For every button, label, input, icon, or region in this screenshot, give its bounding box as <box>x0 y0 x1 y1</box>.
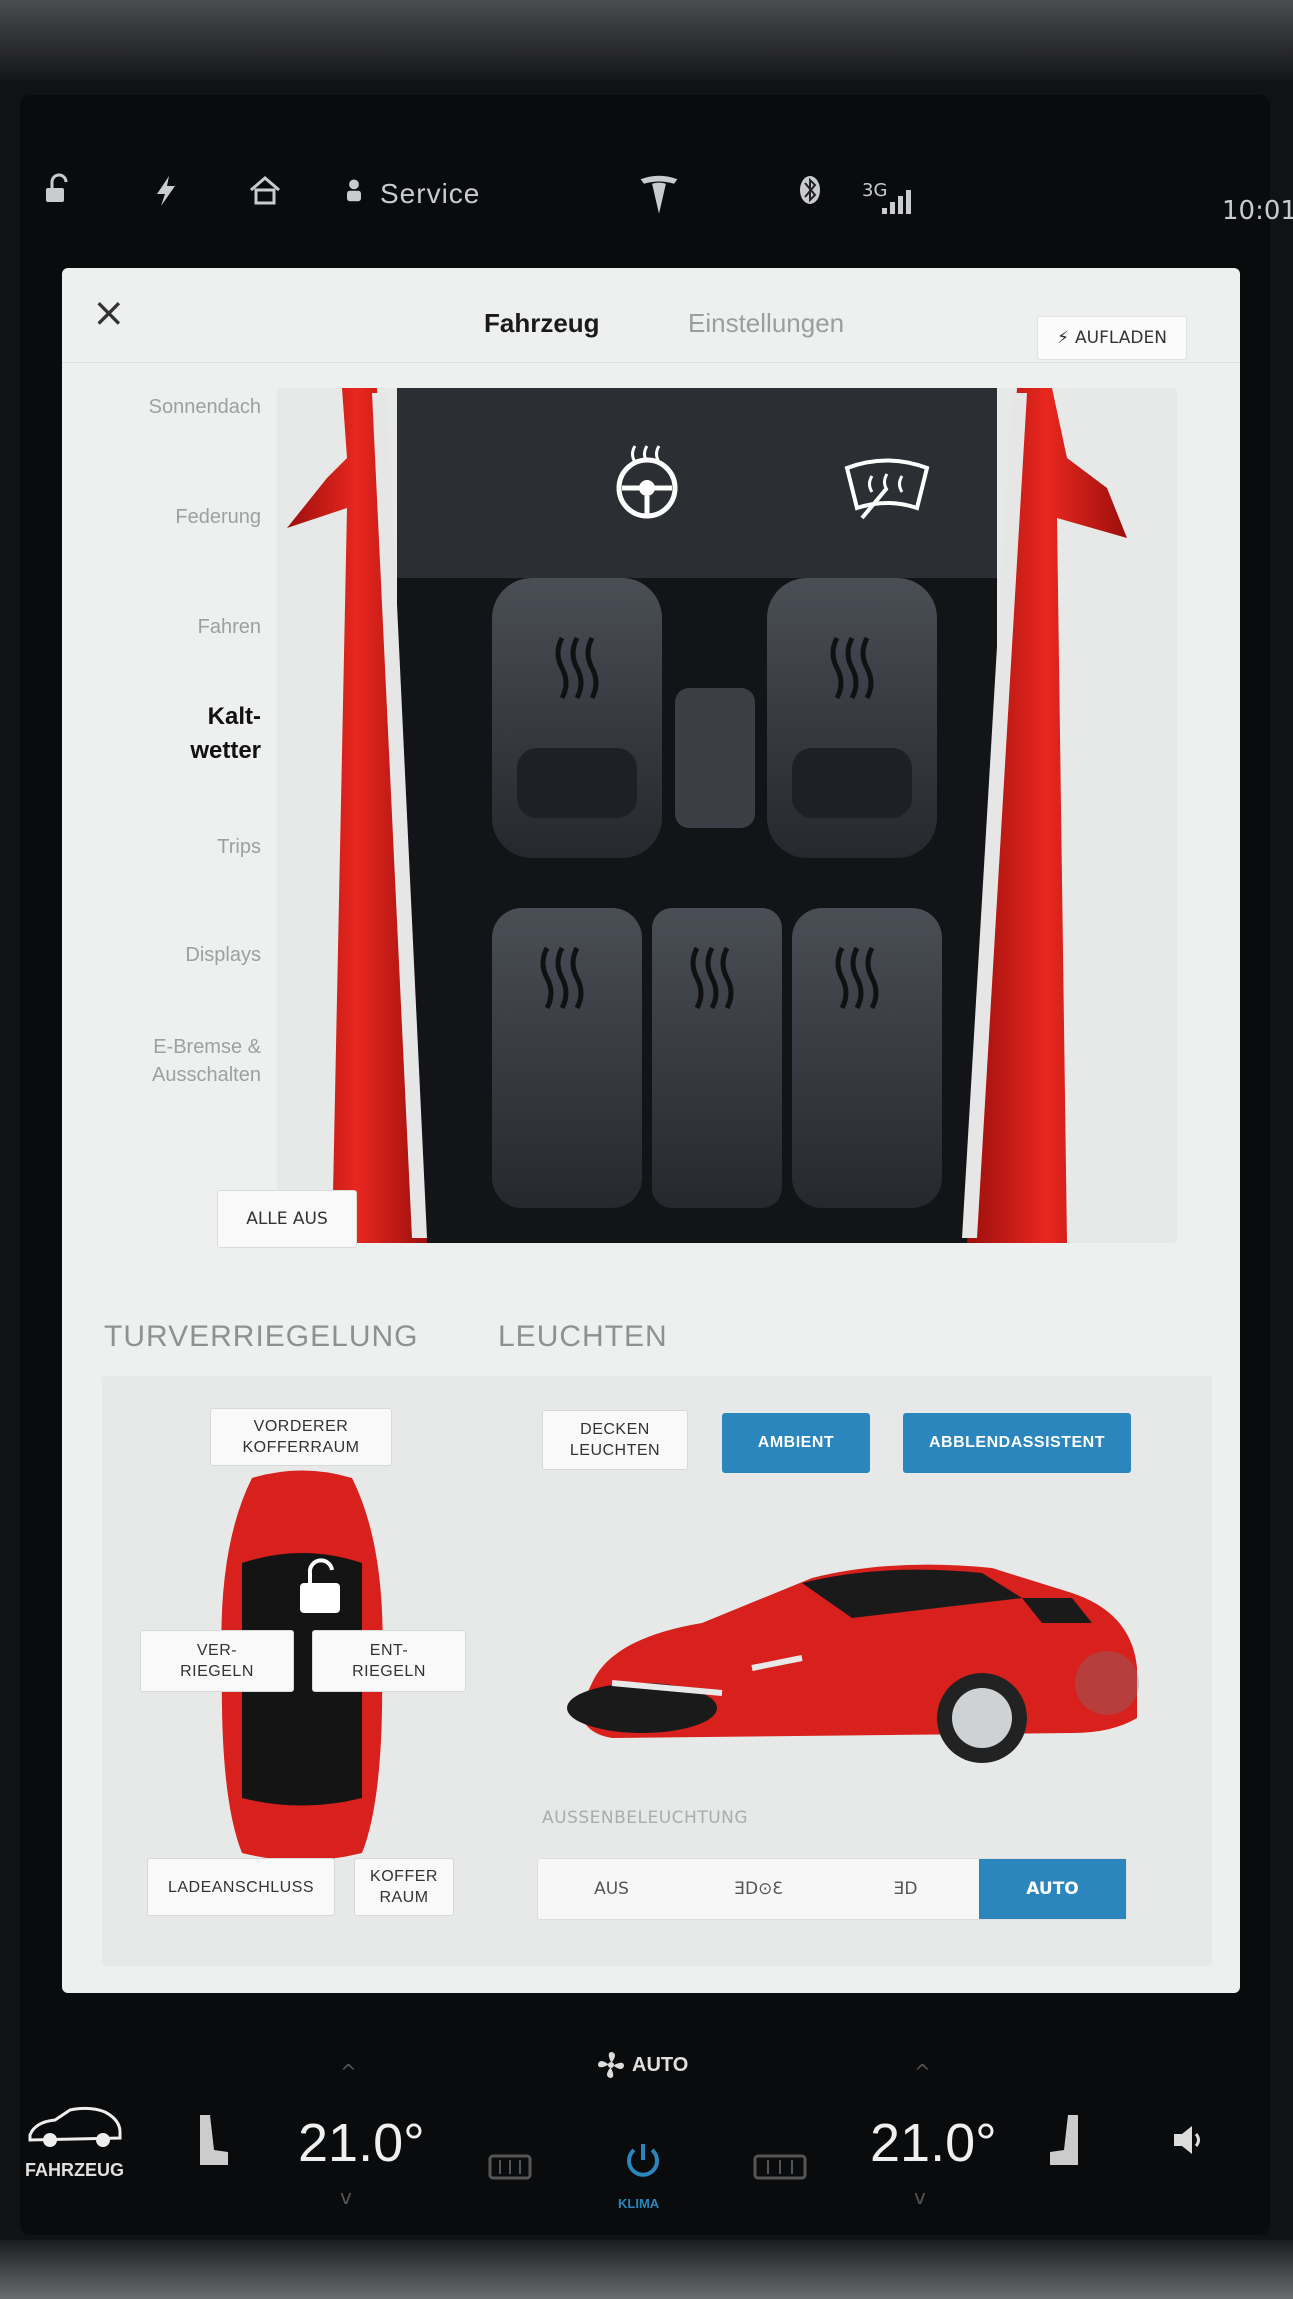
seat-front-right[interactable] <box>767 578 937 858</box>
dome-lights-button[interactable]: DECKEN LEUCHTEN <box>542 1410 688 1470</box>
sidebar-item-parking-brake[interactable]: E-Bremse & Ausschalten <box>62 1033 267 1089</box>
right-temperature[interactable]: 21.0° <box>870 2112 997 2174</box>
vehicle-label[interactable]: FAHRZEUG <box>25 2160 124 2181</box>
climate-label[interactable]: KLIMA <box>618 2196 659 2211</box>
vehicle-settings-modal: × Fahrzeug Einstellungen ⚡ AUFLADEN Sonn… <box>62 268 1240 1993</box>
fan-icon[interactable] <box>596 2050 626 2080</box>
sidebar-item-displays[interactable]: Displays <box>62 941 267 969</box>
modal-header: × Fahrzeug Einstellungen ⚡ AUFLADEN <box>62 268 1240 363</box>
lock-open-icon[interactable] <box>40 170 80 217</box>
lights-mode-off[interactable]: AUS <box>538 1859 685 1919</box>
tab-settings[interactable]: Einstellungen <box>688 308 844 339</box>
unlock-icon[interactable] <box>300 1583 340 1613</box>
sidebar-item-suspension[interactable]: Federung <box>62 503 267 531</box>
seat-front-left[interactable] <box>492 578 662 858</box>
clock: 10:01 <box>1222 196 1293 226</box>
tab-vehicle[interactable]: Fahrzeug <box>484 308 600 339</box>
tesla-logo-icon[interactable] <box>636 170 682 223</box>
charge-plug-icon: ⚡ <box>1057 328 1070 348</box>
cabin-view <box>277 388 1177 1243</box>
lights-mode-auto[interactable]: AUTO <box>979 1859 1126 1919</box>
status-bar: Service 3G 10:01 <box>0 150 1293 240</box>
front-trunk-button[interactable]: VORDERER KOFFERRAUM <box>210 1408 392 1466</box>
exterior-lighting-mode-selector: AUS ƎD⊙Ɛ ƎD AUTO <box>537 1858 1127 1920</box>
front-defrost-icon[interactable] <box>750 2148 810 2188</box>
volume-icon[interactable] <box>1168 2120 1208 2160</box>
seat-rear-right[interactable] <box>792 908 942 1208</box>
trunk-button[interactable]: KOFFER RAUM <box>354 1858 454 1916</box>
climate-power-icon[interactable] <box>620 2138 666 2184</box>
sidebar-item-trips[interactable]: Trips <box>62 833 267 861</box>
seat-rear-left[interactable] <box>492 908 642 1208</box>
signal-icon <box>880 186 920 223</box>
fan-mode-label[interactable]: AUTO <box>632 2054 688 2077</box>
climate-bar: FAHRZEUG ^ 21.0° v AUTO KLIMA ^ 21.0° v <box>0 2020 1293 2240</box>
charge-button-label: AUFLADEN <box>1075 328 1167 348</box>
temp-right-down-chevron[interactable]: v <box>914 2185 926 2209</box>
temp-left-down-chevron[interactable]: v <box>340 2185 352 2209</box>
temp-right-up-chevron[interactable]: ^ <box>914 2060 931 2084</box>
seat-rear-middle[interactable] <box>652 908 782 1208</box>
charge-button[interactable]: ⚡ AUFLADEN <box>1037 316 1187 360</box>
sidebar: Sonnendach Federung Fahren Kalt- wetter … <box>62 363 267 1413</box>
sidebar-item-driving[interactable]: Fahren <box>62 613 267 641</box>
home-icon[interactable] <box>245 170 285 217</box>
exterior-lighting-label: AUSSENBELEUCHTUNG <box>542 1808 749 1828</box>
service-label[interactable]: Service <box>380 178 480 210</box>
charge-port-button[interactable]: LADEANSCHLUSS <box>147 1858 335 1916</box>
seat-heater-left-icon[interactable] <box>190 2110 230 2170</box>
lights-mode-parking[interactable]: ƎD⊙Ɛ <box>685 1859 832 1919</box>
car-front-image <box>567 1564 1139 1763</box>
all-off-button[interactable]: ALLE AUS <box>217 1190 357 1248</box>
lights-section-title[interactable]: LEUCHTEN <box>498 1320 668 1354</box>
person-icon <box>340 170 368 217</box>
high-beam-assist-button[interactable]: ABBLENDASSISTENT <box>903 1413 1131 1473</box>
bluetooth-icon <box>790 170 830 217</box>
vehicle-icon[interactable] <box>25 2100 125 2150</box>
left-temperature[interactable]: 21.0° <box>298 2112 425 2174</box>
rear-defrost-icon[interactable] <box>485 2148 535 2188</box>
temp-left-up-chevron[interactable]: ^ <box>340 2060 357 2084</box>
ambient-button[interactable]: AMBIENT <box>722 1413 870 1473</box>
lightning-icon[interactable] <box>145 170 185 217</box>
bezel-bottom <box>0 2240 1293 2299</box>
lights-mode-low-beam[interactable]: ƎD <box>832 1859 979 1919</box>
close-icon[interactable]: × <box>92 290 126 336</box>
seat-heater-right-icon[interactable] <box>1048 2110 1088 2170</box>
locks-section-title[interactable]: TURVERRIEGELUNG <box>104 1320 419 1354</box>
lock-button[interactable]: VER- RIEGELN <box>140 1630 294 1692</box>
cabin-illustration <box>287 388 1127 1243</box>
sidebar-item-sunroof[interactable]: Sonnendach <box>62 393 267 421</box>
unlock-button[interactable]: ENT- RIEGELN <box>312 1630 466 1692</box>
bezel-top <box>0 0 1293 80</box>
sidebar-item-cold-weather[interactable]: Kalt- wetter <box>62 700 267 768</box>
